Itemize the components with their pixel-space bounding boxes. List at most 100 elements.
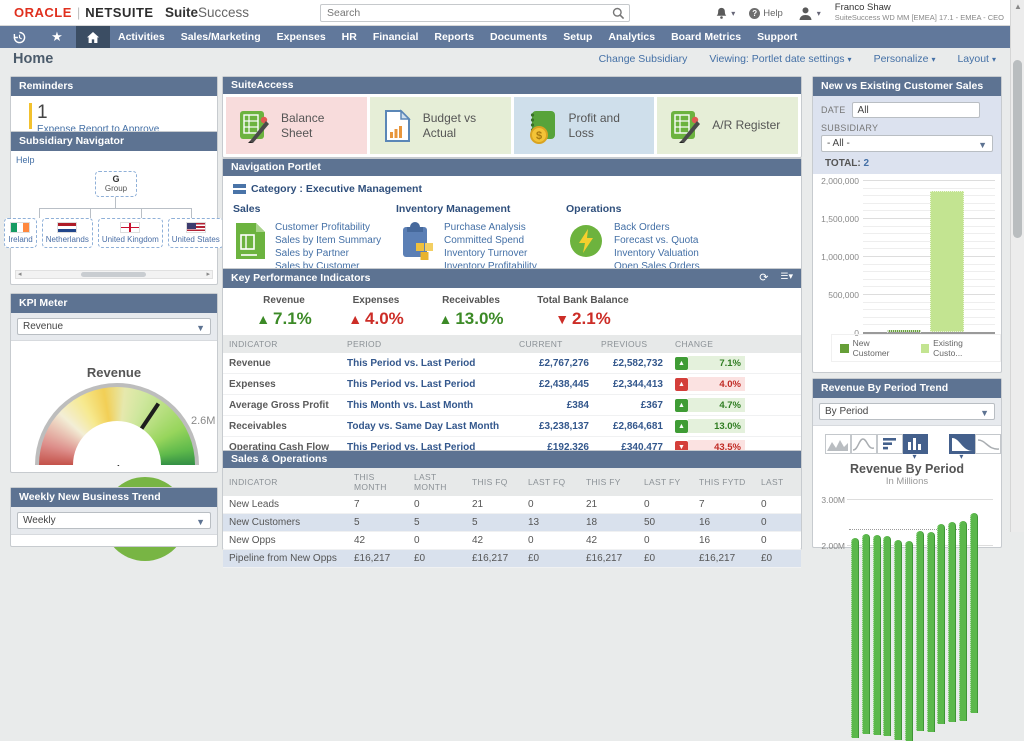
period-bar[interactable] <box>883 536 891 736</box>
kpi-meter-header[interactable]: KPI Meter <box>11 294 217 313</box>
chart-type-hbar-icon[interactable] <box>877 434 903 454</box>
shortcuts-button[interactable]: ★ <box>38 26 76 48</box>
user-menu[interactable]: ▾ <box>797 6 821 21</box>
scroll-left-icon[interactable]: ◂ <box>18 271 22 279</box>
new-vs-existing-header[interactable]: New vs Existing Customer Sales <box>813 77 1001 96</box>
kpi-header[interactable]: Key Performance Indicators ⟳ ☰▾ <box>223 269 801 288</box>
date-field[interactable]: All <box>852 102 980 118</box>
nav-item-analytics[interactable]: Analytics <box>600 26 663 48</box>
chart-type-line-icon[interactable] <box>851 434 877 454</box>
kpi-previous[interactable]: £2,344,413 <box>595 374 669 395</box>
kpi-period[interactable]: This Month vs. Last Month <box>341 395 513 416</box>
revenue-trend-header[interactable]: Revenue By Period Trend <box>813 379 1001 398</box>
nav-item-expenses[interactable]: Expenses <box>269 26 334 48</box>
period-bar[interactable] <box>905 541 913 741</box>
period-bar[interactable] <box>851 538 859 738</box>
period-bar[interactable] <box>916 531 924 731</box>
kpi-current[interactable]: £3,238,137 <box>513 416 595 437</box>
kpi-period[interactable]: This Period vs. Last Period <box>341 374 513 395</box>
search-icon[interactable] <box>612 7 625 25</box>
kpi-previous[interactable]: £2,864,681 <box>595 416 669 437</box>
kpi-current[interactable]: £384 <box>513 395 595 416</box>
kpi-meter-select[interactable]: Revenue ▼ <box>17 318 211 335</box>
period-bar[interactable] <box>894 540 902 740</box>
chart-type-bar-icon[interactable] <box>903 434 929 454</box>
chart-style-filled-icon[interactable] <box>949 434 975 454</box>
kpi-current[interactable]: £2,767,276 <box>513 353 595 374</box>
period-bar[interactable] <box>948 522 956 722</box>
period-bar[interactable] <box>862 534 870 734</box>
hscroll-thumb[interactable] <box>81 272 146 277</box>
page-scrollbar[interactable]: ▲ <box>1010 0 1024 532</box>
period-select[interactable]: By Period ▼ <box>819 403 995 420</box>
bar-new-customer[interactable] <box>887 330 921 332</box>
refresh-icon[interactable]: ⟳ <box>759 271 768 284</box>
suiteaccess-tile-balance-sheet[interactable]: Balance Sheet <box>226 97 367 154</box>
nav-link-forecast-vs-quota[interactable]: Forecast vs. Quota <box>614 234 717 247</box>
reminders-header[interactable]: Reminders <box>11 77 217 96</box>
nav-link-inventory-valuation[interactable]: Inventory Valuation <box>614 247 717 260</box>
recent-records-button[interactable] <box>0 26 38 48</box>
subsidiary-select[interactable]: - All - ▼ <box>821 135 993 152</box>
header-link-layout[interactable]: Layout▾ <box>957 53 996 65</box>
subsidiary-node-united-kingdom[interactable]: United Kingdom <box>98 218 163 248</box>
nav-link-committed-spend[interactable]: Committed Spend <box>444 234 537 247</box>
kpi-period[interactable]: Today vs. Same Day Last Month <box>341 416 513 437</box>
home-icon <box>86 31 100 44</box>
help-button[interactable]: ? Help <box>749 8 783 19</box>
help-link[interactable]: Help <box>16 155 35 165</box>
kpi-period[interactable]: This Period vs. Last Period <box>341 353 513 374</box>
period-bar[interactable] <box>959 521 967 721</box>
nav-item-hr[interactable]: HR <box>334 26 365 48</box>
chart-type-area-icon[interactable] <box>825 434 851 454</box>
nav-item-support[interactable]: Support <box>749 26 805 48</box>
nav-link-inventory-turnover[interactable]: Inventory Turnover <box>444 247 537 260</box>
nav-link-sales-by-partner[interactable]: Sales by Partner <box>275 247 381 260</box>
period-bar[interactable] <box>970 513 978 713</box>
nav-link-purchase-analysis[interactable]: Purchase Analysis <box>444 221 537 234</box>
nav-item-financial[interactable]: Financial <box>365 26 427 48</box>
nav-link-customer-profitability[interactable]: Customer Profitability <box>275 221 381 234</box>
subsidiary-node-netherlands[interactable]: Netherlands <box>42 218 93 248</box>
scroll-right-icon[interactable]: ▸ <box>206 271 210 279</box>
period-bar[interactable] <box>873 535 881 735</box>
bar-existing-customer[interactable] <box>930 191 964 332</box>
nav-link-sales-by-item-summary[interactable]: Sales by Item Summary <box>275 234 381 247</box>
period-bar[interactable] <box>927 532 935 732</box>
navigation-portlet-header[interactable]: Navigation Portlet <box>223 159 801 176</box>
header-link-personalize[interactable]: Personalize▾ <box>874 53 936 65</box>
suiteaccess-tile-a-r-register[interactable]: A/R Register <box>657 97 798 154</box>
header-link-change-subsidiary[interactable]: Change Subsidiary <box>599 53 688 65</box>
vscroll-thumb[interactable] <box>1013 60 1022 238</box>
header-link-viewing-portlet-date-settings[interactable]: Viewing: Portlet date settings▾ <box>709 53 851 65</box>
nav-link-back-orders[interactable]: Back Orders <box>614 221 717 234</box>
weekly-trend-header[interactable]: Weekly New Business Trend <box>11 488 217 507</box>
subsidiary-node-ireland[interactable]: Ireland <box>4 218 36 248</box>
subsidiary-root-node[interactable]: G Group <box>95 171 137 197</box>
kpi-current[interactable]: £2,438,445 <box>513 374 595 395</box>
nav-item-board-metrics[interactable]: Board Metrics <box>663 26 749 48</box>
search-input[interactable] <box>327 6 607 20</box>
weekly-trend-select[interactable]: Weekly ▼ <box>17 512 211 529</box>
subsidiary-node-united-states[interactable]: United States <box>168 218 224 248</box>
suiteaccess-header[interactable]: SuiteAccess <box>223 77 801 94</box>
subsidiary-navigator-header[interactable]: Subsidiary Navigator <box>11 132 217 151</box>
nav-item-activities[interactable]: Activities <box>110 26 173 48</box>
period-bar[interactable] <box>937 524 945 724</box>
subsidiary-hscrollbar[interactable]: ◂ ▸ <box>15 270 213 279</box>
chart-style-smooth-icon[interactable] <box>975 434 1001 454</box>
sales-ops-header[interactable]: Sales & Operations <box>223 451 801 468</box>
suiteaccess-tile-profit-and-loss[interactable]: $Profit and Loss <box>514 97 655 154</box>
nav-item-reports[interactable]: Reports <box>426 26 482 48</box>
category-selector[interactable]: Category : Executive Management <box>233 181 791 203</box>
suiteaccess-tile-budget-vs-actual[interactable]: Budget vs Actual <box>370 97 511 154</box>
kpi-previous[interactable]: £367 <box>595 395 669 416</box>
kpi-previous[interactable]: £2,582,732 <box>595 353 669 374</box>
notifications-button[interactable]: ▾ <box>715 7 735 20</box>
scroll-up-icon[interactable]: ▲ <box>1014 2 1022 11</box>
nav-item-sales-marketing[interactable]: Sales/Marketing <box>173 26 269 48</box>
nav-item-setup[interactable]: Setup <box>555 26 600 48</box>
portlet-menu-icon[interactable]: ☰▾ <box>780 271 793 284</box>
home-tab[interactable] <box>76 26 110 48</box>
nav-item-documents[interactable]: Documents <box>482 26 555 48</box>
